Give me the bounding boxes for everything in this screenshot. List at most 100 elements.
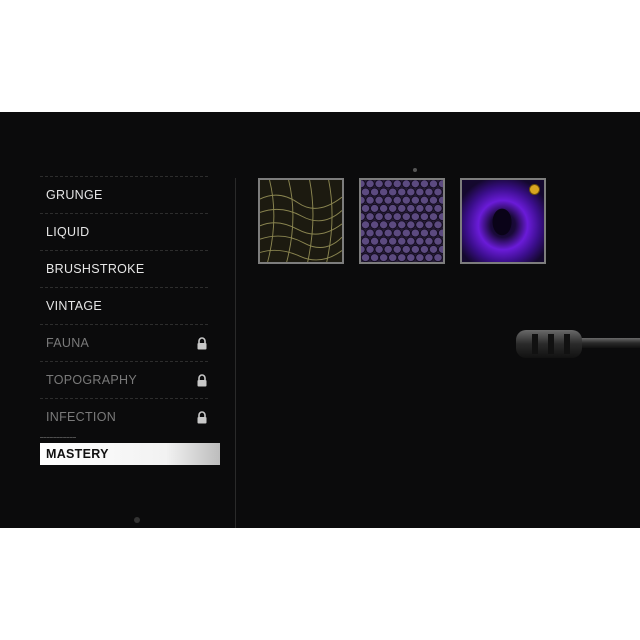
scale-cell bbox=[437, 228, 443, 238]
hex-scale-pattern bbox=[361, 180, 443, 262]
camo-category-menu: GRUNGE LIQUID BRUSHSTROKE VINTAGE FAUNA … bbox=[40, 176, 220, 473]
scale-cell bbox=[410, 244, 421, 254]
scale-cell bbox=[419, 180, 430, 189]
scale-cell bbox=[437, 212, 443, 222]
scale-cell bbox=[388, 220, 398, 230]
scale-cell bbox=[378, 253, 389, 262]
scale-cell bbox=[401, 244, 411, 254]
scale-cell bbox=[383, 212, 393, 222]
scale-cell bbox=[401, 228, 411, 238]
scale-cell bbox=[415, 220, 425, 230]
scale-cell bbox=[374, 228, 384, 238]
scale-cell bbox=[419, 195, 430, 205]
scale-cell bbox=[397, 187, 407, 197]
scale-cell bbox=[428, 180, 439, 189]
scale-cell bbox=[392, 180, 402, 189]
scale-cell bbox=[361, 253, 371, 262]
scale-cell bbox=[437, 195, 443, 205]
scale-cell bbox=[374, 180, 384, 189]
menu-item-label: TOPOGRAPHY bbox=[46, 373, 137, 387]
scale-cell bbox=[433, 187, 443, 197]
scale-cell bbox=[419, 212, 430, 222]
scale-cell bbox=[410, 195, 421, 205]
scale-cell bbox=[410, 228, 421, 238]
camo-swatch-void[interactable] bbox=[460, 178, 546, 264]
menu-item-infection[interactable]: INFECTION bbox=[40, 398, 208, 435]
scale-cell bbox=[365, 228, 375, 238]
scale-cell bbox=[428, 195, 439, 205]
scale-cell bbox=[437, 244, 443, 254]
scale-cell bbox=[388, 187, 398, 197]
scale-cell bbox=[374, 195, 384, 205]
customization-screen: GRUNGE LIQUID BRUSHSTROKE VINTAGE FAUNA … bbox=[0, 112, 640, 528]
scale-cell bbox=[392, 228, 402, 238]
camo-swatch-hex[interactable] bbox=[359, 178, 445, 264]
scale-cell bbox=[415, 253, 425, 262]
scale-cell bbox=[388, 236, 398, 246]
scale-cell bbox=[365, 195, 375, 205]
scale-cell bbox=[428, 228, 439, 238]
menu-item-label: MASTERY bbox=[46, 447, 109, 461]
scale-cell bbox=[374, 212, 384, 222]
scale-cell bbox=[365, 212, 375, 222]
camo-swatch-snake[interactable] bbox=[258, 178, 344, 264]
scale-cell bbox=[361, 212, 366, 222]
decor-caption-line: ▬▬▬▬▬▬▬▬▬▬▬ bbox=[40, 435, 77, 439]
decor-dot bbox=[413, 168, 417, 172]
scale-cell bbox=[437, 180, 443, 189]
scale-cell bbox=[378, 187, 389, 197]
scale-cell bbox=[361, 228, 366, 238]
scale-cell bbox=[369, 220, 380, 230]
scale-cell bbox=[397, 253, 407, 262]
menu-item-fauna[interactable]: FAUNA bbox=[40, 324, 208, 361]
scale-cell bbox=[424, 236, 434, 246]
weapon-muzzle-preview bbox=[516, 330, 640, 358]
scale-cell bbox=[361, 187, 371, 197]
menu-item-brushstroke[interactable]: BRUSHSTROKE bbox=[40, 250, 208, 287]
scale-cell bbox=[419, 244, 430, 254]
scale-cell bbox=[383, 180, 393, 189]
scale-cell bbox=[369, 236, 380, 246]
scale-cell bbox=[397, 220, 407, 230]
scale-cell bbox=[374, 244, 384, 254]
scale-cell bbox=[369, 203, 380, 213]
scale-cell bbox=[361, 203, 371, 213]
menu-item-vintage[interactable]: VINTAGE bbox=[40, 287, 208, 324]
scale-cell bbox=[406, 236, 416, 246]
panel-divider bbox=[235, 178, 236, 528]
menu-item-liquid[interactable]: LIQUID bbox=[40, 213, 208, 250]
scale-cell bbox=[410, 180, 421, 189]
scale-cell bbox=[424, 220, 434, 230]
menu-item-label: LIQUID bbox=[46, 225, 90, 239]
scale-cell bbox=[383, 195, 393, 205]
scale-cell bbox=[428, 244, 439, 254]
scale-cell bbox=[433, 203, 443, 213]
scale-cell bbox=[361, 244, 366, 254]
scale-cell bbox=[361, 236, 371, 246]
snake-scale-pattern bbox=[260, 180, 342, 262]
scale-cell bbox=[392, 195, 402, 205]
menu-item-mastery[interactable]: ▬▬▬▬▬▬▬▬▬▬▬ MASTERY bbox=[40, 435, 220, 465]
scale-cell bbox=[397, 203, 407, 213]
scale-cell bbox=[406, 253, 416, 262]
scale-cell bbox=[433, 253, 443, 262]
scale-cell bbox=[424, 253, 434, 262]
scale-cell bbox=[365, 244, 375, 254]
menu-item-topography[interactable]: TOPOGRAPHY bbox=[40, 361, 208, 398]
scale-cell bbox=[410, 212, 421, 222]
scale-cell bbox=[424, 187, 434, 197]
menu-item-grunge[interactable]: GRUNGE bbox=[40, 176, 208, 213]
scale-cell bbox=[401, 195, 411, 205]
scale-cell bbox=[433, 236, 443, 246]
scale-cell bbox=[401, 180, 411, 189]
scale-cell bbox=[406, 203, 416, 213]
scale-cell bbox=[383, 228, 393, 238]
lock-icon bbox=[197, 411, 207, 424]
scale-cell bbox=[397, 236, 407, 246]
scale-cell bbox=[361, 220, 371, 230]
scale-cell bbox=[401, 212, 411, 222]
scale-cell bbox=[392, 244, 402, 254]
scale-cell bbox=[369, 187, 380, 197]
mastery-badge-icon bbox=[529, 184, 540, 195]
lock-icon bbox=[197, 337, 207, 350]
